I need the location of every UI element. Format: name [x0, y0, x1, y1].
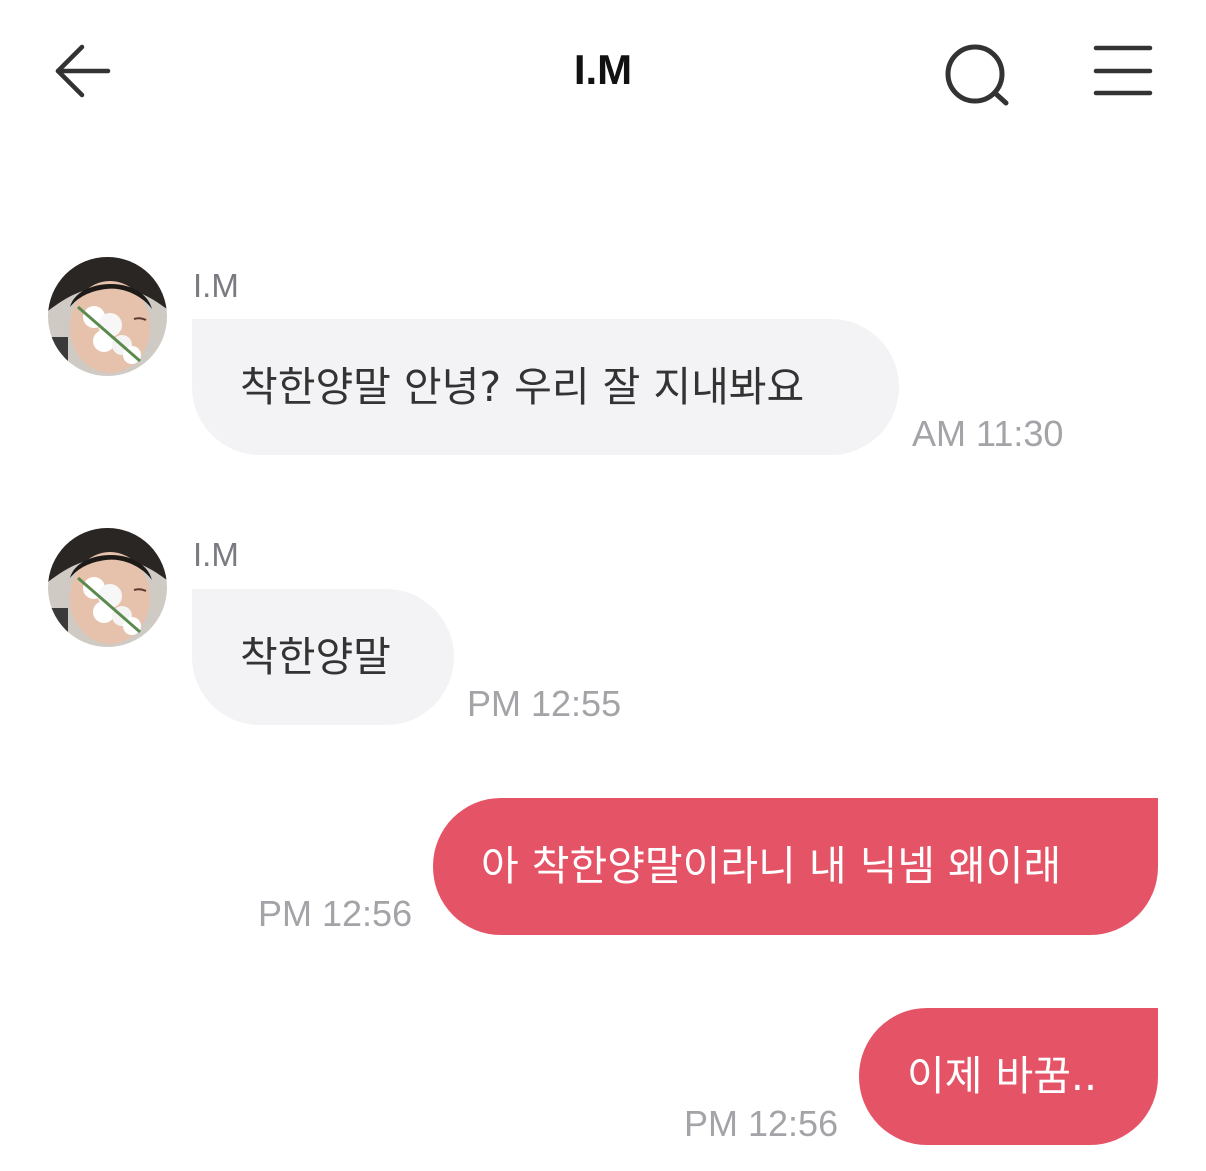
message-timestamp: AM 11:30	[912, 413, 1064, 454]
search-icon	[945, 44, 1009, 106]
message-timestamp: PM 12:56	[684, 1103, 839, 1144]
avatar-photo	[48, 528, 167, 647]
sender-name: I.M	[193, 536, 239, 573]
menu-button[interactable]	[1092, 42, 1154, 102]
page-title: I.M	[573, 46, 633, 93]
avatar-photo	[48, 257, 167, 376]
hamburger-menu-icon	[1093, 45, 1153, 96]
sender-avatar[interactable]	[48, 528, 167, 647]
message-timestamp: PM 12:55	[467, 683, 622, 724]
chat-header: I.M	[0, 0, 1206, 140]
back-button[interactable]	[50, 38, 116, 104]
outgoing-message-bubble[interactable]: 아 착한양말이라니 내 닉넴 왜이래	[433, 798, 1158, 935]
incoming-message-bubble[interactable]: 착한양말 안녕? 우리 잘 지내봐요	[192, 319, 899, 455]
message-timestamp: PM 12:56	[258, 893, 413, 934]
outgoing-message-bubble[interactable]: 이제 바꿈..	[859, 1008, 1158, 1145]
search-button[interactable]	[940, 40, 1014, 110]
incoming-message-bubble[interactable]: 착한양말	[192, 589, 454, 725]
sender-name: I.M	[193, 267, 239, 304]
sender-avatar[interactable]	[48, 257, 167, 376]
arrow-left-icon	[55, 44, 111, 98]
